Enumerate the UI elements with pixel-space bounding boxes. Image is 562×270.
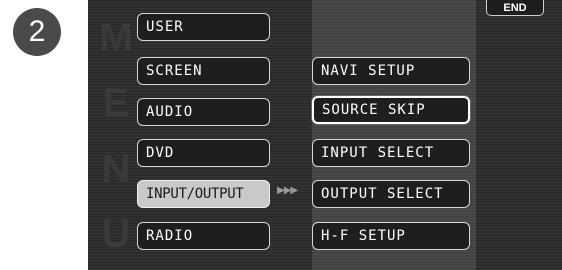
step-number-badge: 2: [13, 8, 61, 56]
watermark-letter: U: [101, 211, 131, 256]
menu-item-user[interactable]: USER: [137, 13, 270, 41]
submenu-arrow-indicator: ▶▶▶: [277, 185, 298, 196]
menu-item-dvd[interactable]: DVD: [137, 139, 270, 167]
end-button[interactable]: END: [486, 0, 544, 16]
watermark-letter: E: [102, 81, 130, 126]
watermark-letter: N: [101, 146, 131, 191]
menu-item-screen[interactable]: SCREEN: [137, 57, 270, 85]
step-number: 2: [28, 15, 46, 48]
submenu-item-output-select[interactable]: OUTPUT SELECT: [312, 180, 470, 208]
menu-item-radio[interactable]: RADIO: [137, 222, 270, 250]
menu-item-audio[interactable]: AUDIO: [137, 98, 270, 126]
menu-watermark: M E N U: [96, 18, 136, 254]
submenu-item-hf-setup[interactable]: H-F SETUP: [312, 222, 470, 250]
menu-item-input-output[interactable]: INPUT/OUTPUT: [137, 180, 270, 208]
submenu-item-source-skip[interactable]: SOURCE SKIP: [312, 96, 470, 124]
watermark-letter: M: [99, 16, 133, 60]
submenu-item-input-select[interactable]: INPUT SELECT: [312, 139, 470, 167]
submenu-item-navi-setup[interactable]: NAVI SETUP: [312, 57, 470, 85]
